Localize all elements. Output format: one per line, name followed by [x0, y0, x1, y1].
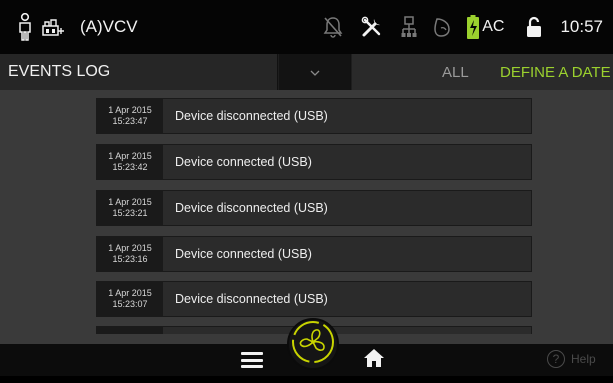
- ventilation-mode: (A)VCV: [80, 17, 138, 36]
- event-time: 15:23:16: [112, 254, 148, 264]
- log-type-dropdown[interactable]: [279, 54, 351, 90]
- status-bar: (A)VCV AC 10:57: [0, 0, 613, 54]
- mask-icon[interactable]: [433, 16, 453, 38]
- lock-open-icon[interactable]: [526, 16, 542, 38]
- event-message: Device disconnected (USB): [175, 201, 328, 215]
- clock: 10:57: [560, 17, 603, 36]
- ventilator-icon[interactable]: [42, 17, 66, 37]
- events-log-screen: (A)VCV AC 10:57 EVENTS LOG ALL DEFINE A …: [0, 0, 613, 383]
- list-item[interactable]: 1 Apr 2015 15:23:07 Device disconnected …: [96, 281, 532, 317]
- bottom-strip: [0, 376, 613, 383]
- event-message: Device disconnected (USB): [175, 109, 328, 123]
- event-timestamp: 1 Apr 2015 15:23:21: [97, 191, 163, 225]
- events-list[interactable]: 1 Apr 2015 15:23:47 Device disconnected …: [96, 96, 532, 334]
- event-message: Device connected (USB): [175, 247, 312, 261]
- list-item[interactable]: 1 Apr 2015 15:23:21 Device disconnected …: [96, 190, 532, 226]
- event-date: 1 Apr 2015: [108, 105, 152, 115]
- list-item[interactable]: 1 Apr 2015 15:23:47 Device disconnected …: [96, 98, 532, 134]
- event-date: 1 Apr 2015: [108, 151, 152, 161]
- battery-charging-icon: [467, 15, 480, 39]
- help-icon: ?: [547, 350, 565, 368]
- chevron-down-icon: [310, 63, 320, 81]
- menu-icon[interactable]: [241, 352, 263, 368]
- event-timestamp: 1 Apr 2015 15:23:16: [97, 237, 163, 271]
- event-time: 15:23:07: [112, 299, 148, 309]
- list-item[interactable]: 1 Apr 2015 15:23:42 Device connected (US…: [96, 144, 532, 180]
- home-icon[interactable]: [363, 348, 385, 373]
- patient-icon[interactable]: [18, 13, 32, 41]
- event-date: 1 Apr 2015: [108, 288, 152, 298]
- event-message: Device disconnected (USB): [175, 292, 328, 306]
- filter-tabs: ALL DEFINE A DATE: [352, 54, 613, 90]
- ventilation-fan-button[interactable]: [287, 318, 339, 370]
- page-title: EVENTS LOG: [0, 54, 278, 90]
- help-label: Help: [571, 352, 596, 366]
- event-time: 15:23:47: [112, 116, 148, 126]
- event-timestamp: 1 Apr 2015 15:23:47: [97, 99, 163, 133]
- event-time: 15:23:21: [112, 208, 148, 218]
- define-date-tab[interactable]: DEFINE A DATE: [500, 64, 611, 81]
- filter-all-tab[interactable]: ALL: [442, 64, 469, 81]
- event-message: Device connected (USB): [175, 155, 312, 169]
- tools-icon[interactable]: [361, 16, 383, 38]
- event-timestamp: 1 Apr 2015 15:23:42: [97, 145, 163, 179]
- help-button[interactable]: ? Help: [547, 350, 596, 368]
- alarm-silenced-icon[interactable]: [323, 16, 343, 38]
- title-bar: EVENTS LOG ALL DEFINE A DATE: [0, 54, 613, 90]
- event-timestamp: [97, 327, 163, 334]
- event-time: 15:23:42: [112, 162, 148, 172]
- network-icon[interactable]: [401, 16, 417, 38]
- fan-icon: [290, 319, 336, 370]
- event-timestamp: 1 Apr 2015 15:23:07: [97, 282, 163, 316]
- event-date: 1 Apr 2015: [108, 197, 152, 207]
- list-item[interactable]: 1 Apr 2015 15:23:16 Device connected (US…: [96, 236, 532, 272]
- event-date: 1 Apr 2015: [108, 243, 152, 253]
- power-source-label: AC: [482, 18, 505, 35]
